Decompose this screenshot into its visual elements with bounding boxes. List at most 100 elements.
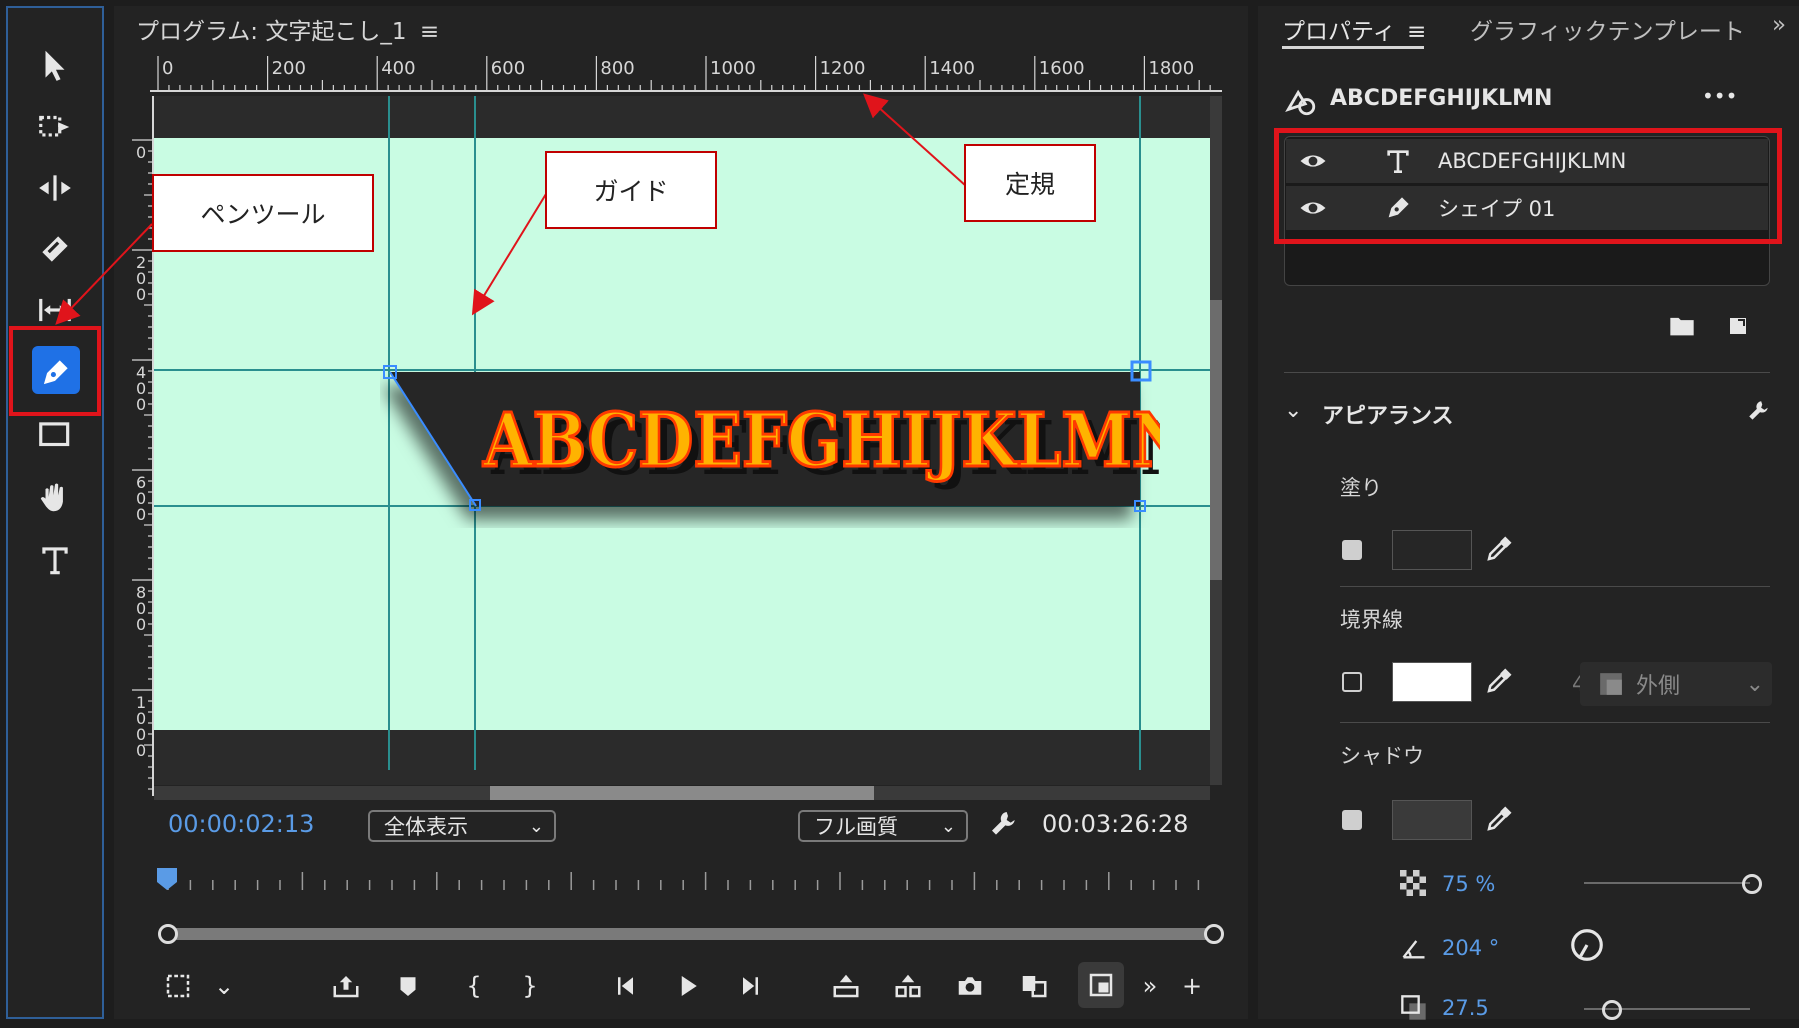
ruler-v-label: 0 — [136, 285, 146, 304]
shape-group-icon — [1285, 89, 1316, 116]
shadow-angle-value[interactable]: 204 ° — [1442, 936, 1499, 960]
zoom-scrollbar-end-handle[interactable] — [1204, 924, 1224, 944]
add-marker-button[interactable] — [388, 966, 428, 1006]
panel-overflow-button[interactable]: » — [1772, 12, 1786, 38]
vertical-ruler[interactable]: 02004006008001000 — [132, 96, 154, 796]
wrench-icon — [1749, 401, 1768, 420]
horizontal-scrollbar-thumb[interactable] — [490, 786, 874, 800]
type-tool[interactable] — [8, 533, 102, 587]
rectangle-icon — [39, 422, 70, 447]
step-back-button[interactable] — [608, 966, 648, 1006]
title-graphic[interactable]: ABCDEFGHIJKLMN ABCDEFGHIJKLMN — [380, 358, 1160, 528]
chevron-down-icon: ⌄ — [940, 816, 956, 837]
safe-margins-icon — [166, 974, 190, 998]
monitor-title-text: プログラム: 文字起こし_1 — [136, 19, 407, 45]
new-group-button[interactable] — [1668, 314, 1696, 342]
ruler-v-label: 0 — [136, 395, 146, 414]
stroke-position-value: 外側 — [1636, 674, 1681, 699]
shadow-distance-value[interactable]: 27.5 — [1442, 996, 1489, 1020]
lift-button[interactable] — [826, 966, 866, 1006]
rectangle-tool[interactable] — [8, 408, 102, 462]
toggle-proxy-button[interactable] — [1078, 962, 1124, 1008]
export-frame-button[interactable] — [326, 966, 366, 1006]
time-ruler[interactable] — [154, 864, 1214, 896]
horizontal-ruler[interactable]: 0 200 400 600 800 1000 1200 1400 1600 1800 — [150, 54, 1222, 92]
ruler-label: 1200 — [820, 58, 866, 79]
angle-dial[interactable] — [1568, 926, 1606, 968]
wrench-icon — [992, 812, 1015, 835]
ruler-label: 600 — [491, 58, 525, 79]
shadow-eyedropper-button[interactable] — [1484, 804, 1514, 838]
vertical-scrollbar-thumb[interactable] — [1210, 300, 1222, 580]
export-frame-camera-button[interactable] — [950, 966, 990, 1006]
distance-slider-handle[interactable] — [1602, 1000, 1622, 1020]
object-type-button[interactable] — [1284, 84, 1318, 122]
button-editor-button[interactable]: + — [1172, 966, 1212, 1006]
appearance-header[interactable]: ⌄ — [1284, 398, 1302, 423]
mark-out-icon: } — [522, 972, 538, 1000]
shadow-color-swatch[interactable] — [1392, 800, 1472, 840]
extract-button[interactable] — [888, 966, 928, 1006]
quality-select[interactable]: フル画質 ⌄ — [798, 810, 968, 842]
safe-margins-button[interactable] — [158, 966, 198, 1006]
zoom-scrollbar-start-handle[interactable] — [158, 924, 178, 944]
mark-out-button[interactable]: } — [510, 966, 550, 1006]
tab-properties-label: プロパティ — [1282, 19, 1396, 45]
proxy-icon — [1089, 973, 1113, 997]
lift-clip-icon — [833, 974, 859, 998]
more-controls-button[interactable]: » — [1130, 966, 1170, 1006]
ripple-edit-icon — [39, 175, 71, 201]
settings-wrench-button[interactable] — [988, 808, 1020, 844]
arrow-icon — [45, 50, 65, 81]
opacity-slider-handle[interactable] — [1742, 874, 1762, 894]
appearance-settings-button[interactable] — [1746, 398, 1772, 428]
mark-in-icon: { — [466, 972, 482, 1000]
divider — [1284, 372, 1770, 373]
hand-tool[interactable] — [8, 470, 102, 524]
track-select-icon — [39, 115, 70, 137]
step-forward-button[interactable] — [728, 966, 768, 1006]
object-name: ABCDEFGHIJKLMN — [1330, 86, 1553, 111]
stroke-checkbox[interactable] — [1342, 672, 1362, 692]
stroke-position-select[interactable]: 外側 ⌄ — [1580, 662, 1772, 706]
fill-checkbox[interactable] — [1342, 540, 1362, 560]
callout-guide: ガイド — [545, 151, 717, 229]
tab-graphic-templates[interactable]: グラフィックテンプレート — [1470, 12, 1745, 46]
shadow-checkbox[interactable] — [1342, 810, 1362, 830]
play-button[interactable] — [668, 966, 708, 1006]
settings-dropdown-button[interactable]: ⌄ — [204, 966, 244, 1006]
mark-in-button[interactable]: { — [454, 966, 494, 1006]
selection-tool[interactable] — [8, 38, 102, 92]
graphic-text: ABCDEFGHIJKLMN — [482, 397, 1160, 484]
tools-panel — [6, 6, 104, 1019]
tab-properties[interactable]: プロパティ ≡ — [1282, 12, 1426, 46]
comparison-view-button[interactable] — [1014, 966, 1054, 1006]
new-item-icon — [1730, 318, 1746, 334]
new-layer-button[interactable] — [1726, 314, 1750, 342]
menu-icon[interactable]: ≡ — [420, 19, 439, 45]
ruler-label: 1000 — [710, 58, 756, 79]
angle-icon — [1400, 934, 1428, 966]
pen-tool-highlight — [9, 326, 101, 416]
stroke-color-swatch[interactable] — [1392, 662, 1472, 702]
active-tab-underline — [1282, 46, 1424, 49]
eyedropper-icon — [1487, 536, 1512, 561]
shadow-opacity-value[interactable]: 75 % — [1442, 872, 1495, 896]
shadow-label: シャドウ — [1340, 744, 1424, 768]
fill-color-swatch[interactable] — [1392, 530, 1472, 570]
ripple-edit-tool[interactable] — [8, 161, 102, 215]
zoom-select[interactable]: 全体表示 ⌄ — [368, 810, 556, 842]
zoom-scrollbar[interactable] — [166, 928, 1216, 940]
ruler-label: 1400 — [929, 58, 975, 79]
stroke-eyedropper-button[interactable] — [1484, 666, 1514, 700]
track-select-tool[interactable] — [8, 100, 102, 154]
opacity-slider-track[interactable] — [1584, 882, 1750, 884]
razor-tool[interactable] — [8, 222, 102, 276]
menu-icon[interactable]: ≡ — [1407, 19, 1426, 45]
monitor-title[interactable]: プログラム: 文字起こし_1 ≡ — [136, 12, 439, 46]
plus-icon: + — [1181, 972, 1203, 1000]
more-options-button[interactable]: ••• — [1702, 84, 1737, 108]
current-timecode[interactable]: 00:00:02:13 — [168, 810, 314, 838]
extract-clip-icon — [895, 974, 921, 998]
fill-eyedropper-button[interactable] — [1484, 534, 1514, 568]
